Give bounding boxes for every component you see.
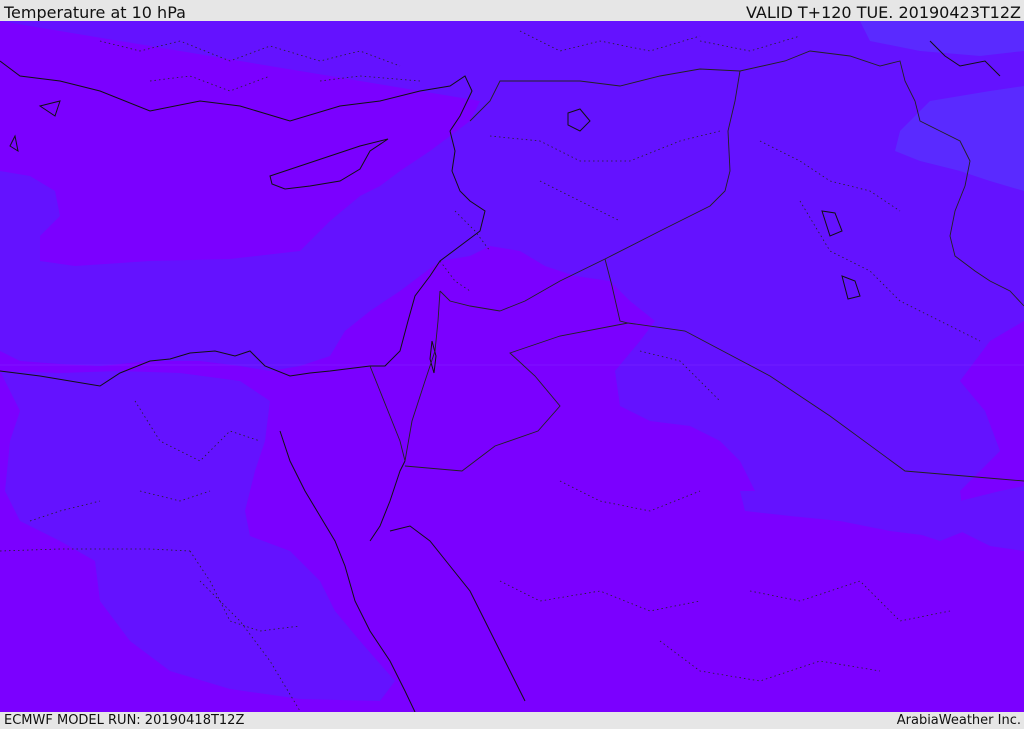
- credit-label: ArabiaWeather Inc.: [896, 713, 1021, 728]
- header-bar: Temperature at 10 hPa VALID T+120 TUE. 2…: [0, 0, 1024, 22]
- valid-time-label: VALID T+120 TUE. 20190423T12Z: [745, 3, 1021, 22]
- footer-bar: ECMWF MODEL RUN: 20190418T12Z ArabiaWeat…: [0, 712, 1024, 729]
- model-run-label: ECMWF MODEL RUN: 20190418T12Z: [4, 713, 245, 728]
- temperature-map: [0, 21, 1024, 712]
- map-title: Temperature at 10 hPa: [4, 3, 186, 22]
